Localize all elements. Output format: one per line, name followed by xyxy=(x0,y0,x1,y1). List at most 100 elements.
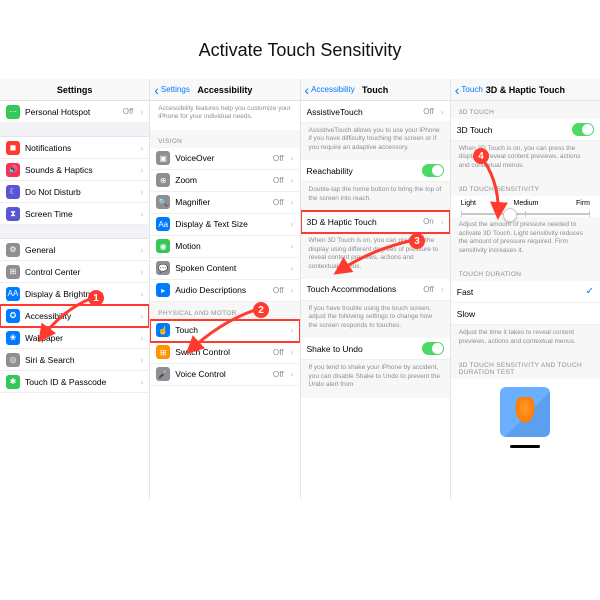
settings-row[interactable]: AA Display & Brightness › xyxy=(0,283,149,305)
row-icon: 🔍 xyxy=(156,195,170,209)
chevron-icon: › xyxy=(291,347,294,357)
settings-row[interactable]: ⧗ Screen Time › xyxy=(0,203,149,225)
back-button[interactable]: Accessibility xyxy=(305,85,355,94)
chevron-icon: › xyxy=(140,187,143,197)
row-label: Notifications xyxy=(25,143,135,153)
row-label: Touch xyxy=(175,325,285,335)
settings-row[interactable]: ❀ Wallpaper › xyxy=(0,327,149,349)
settings-row[interactable]: ✪ Accessibility › xyxy=(0,305,149,327)
row-icon: ❀ xyxy=(6,331,20,345)
header-touch: Accessibility Touch xyxy=(301,79,450,101)
row-label: Wallpaper xyxy=(25,333,135,343)
settings-row[interactable]: ◼ Notifications › xyxy=(0,137,149,159)
section-motor: PHYSICAL AND MOTOR xyxy=(150,302,299,320)
settings-row[interactable]: ⊞ Control Center › xyxy=(0,261,149,283)
header-3d-touch: Touch 3D & Haptic Touch xyxy=(451,79,600,101)
settings-row[interactable]: ⚙ General › xyxy=(0,239,149,261)
checkmark-icon: ✓ xyxy=(586,286,594,297)
settings-row[interactable]: ⊕ Zoom Off › xyxy=(150,170,299,192)
row-description: AssistiveTouch allows you to use your iP… xyxy=(301,123,450,160)
header-title: Touch xyxy=(362,85,388,95)
row-icon: 🔊 xyxy=(6,163,20,177)
chevron-icon: › xyxy=(140,267,143,277)
header-title: 3D & Haptic Touch xyxy=(486,85,565,95)
row-description: If you tend to shake your iPhone by acci… xyxy=(301,360,450,397)
toggle[interactable] xyxy=(422,342,444,355)
settings-row[interactable]: ☝ Touch › xyxy=(150,320,299,342)
row-label: Magnifier xyxy=(175,197,268,207)
row-icon: ⧗ xyxy=(6,207,20,221)
row-value: Off xyxy=(423,285,434,294)
row-label: Spoken Content xyxy=(175,263,285,273)
chevron-icon: › xyxy=(291,285,294,295)
settings-row[interactable]: 💬 Spoken Content › xyxy=(150,258,299,280)
chevron-icon: › xyxy=(140,245,143,255)
row-label: Fast xyxy=(457,287,581,297)
row-value: Off xyxy=(423,107,434,116)
row-label: Switch Control xyxy=(175,347,268,357)
toggle[interactable] xyxy=(422,164,444,177)
panel-touch: Accessibility Touch AssistiveTouchOff›As… xyxy=(301,79,451,499)
row-label: Display & Brightness xyxy=(25,289,135,299)
header-title: Accessibility xyxy=(197,85,252,95)
sensitivity-slider[interactable] xyxy=(461,213,590,215)
settings-row[interactable]: ✱ Touch ID & Passcode › xyxy=(0,371,149,393)
row-icon: 💬 xyxy=(156,261,170,275)
settings-row[interactable]: 🔊 Sounds & Haptics › xyxy=(0,159,149,181)
chevron-icon: › xyxy=(140,143,143,153)
touch-row[interactable]: AssistiveTouch Off › xyxy=(301,101,450,123)
settings-row[interactable]: ☾ Do Not Disturb › xyxy=(0,181,149,203)
row-value: Off xyxy=(273,154,284,163)
row-icon: ◼ xyxy=(6,141,20,155)
row-label: Voice Control xyxy=(175,369,268,379)
back-button[interactable]: Settings xyxy=(154,85,190,94)
touch-row[interactable]: 3D & Haptic TouchOn› xyxy=(301,211,450,233)
row-label: Display & Text Size xyxy=(175,219,285,229)
row-3d-touch[interactable]: 3D Touch xyxy=(451,119,600,141)
row-icon: ▸ xyxy=(156,283,170,297)
row-icon: ✪ xyxy=(6,309,20,323)
row-value: Off xyxy=(123,107,134,116)
row-icon: Aa xyxy=(156,217,170,231)
row-label: Sounds & Haptics xyxy=(25,165,135,175)
intro-text: Accessibility features help you customiz… xyxy=(150,101,299,130)
settings-row[interactable]: ◉ Motion › xyxy=(150,236,299,258)
chevron-icon: › xyxy=(291,241,294,251)
chevron-icon: › xyxy=(441,107,444,117)
row-label: Siri & Search xyxy=(25,355,135,365)
touch-row[interactable]: Reachability xyxy=(301,160,450,182)
duration-row[interactable]: Fast ✓ xyxy=(451,281,600,303)
row-label: Audio Descriptions xyxy=(175,285,268,295)
settings-row[interactable]: ▸ Audio Descriptions Off › xyxy=(150,280,299,302)
settings-row[interactable]: 🔍 Magnifier Off › xyxy=(150,192,299,214)
home-indicator xyxy=(510,445,540,448)
row-value: Off xyxy=(273,370,284,379)
chevron-icon: › xyxy=(291,197,294,207)
row-description: When 3D Touch is on, you can press on th… xyxy=(301,233,450,279)
settings-row[interactable]: Aa Display & Text Size › xyxy=(150,214,299,236)
toggle-3d-touch[interactable] xyxy=(572,123,594,136)
callout-4: 4 xyxy=(473,148,489,164)
back-button[interactable]: Touch xyxy=(455,85,483,94)
section-duration: TOUCH DURATION xyxy=(451,263,600,281)
duration-row[interactable]: Slow xyxy=(451,303,600,325)
row-label: AssistiveTouch xyxy=(307,107,419,117)
panel-settings: Settings ⋯ Personal Hotspot Off › ◼ Noti… xyxy=(0,79,150,499)
chevron-icon: › xyxy=(441,217,444,227)
settings-row[interactable]: ⋯ Personal Hotspot Off › xyxy=(0,101,149,123)
settings-row[interactable]: ◎ Siri & Search › xyxy=(0,349,149,371)
settings-row[interactable]: 🎤 Voice Control Off › xyxy=(150,364,299,386)
settings-row[interactable]: ▣ VoiceOver Off › xyxy=(150,148,299,170)
chevron-icon: › xyxy=(140,209,143,219)
panel-3d-touch: Touch 3D & Haptic Touch 3D TOUCH 3D Touc… xyxy=(451,79,600,499)
touch-row[interactable]: Touch AccommodationsOff› xyxy=(301,279,450,301)
callout-2: 2 xyxy=(253,302,269,318)
row-icon: 🎤 xyxy=(156,367,170,381)
settings-row[interactable]: ⊞ Switch Control Off › xyxy=(150,342,299,364)
row-icon: ⊕ xyxy=(156,173,170,187)
row-icon: ◉ xyxy=(156,239,170,253)
test-image[interactable] xyxy=(500,387,550,437)
touch-row[interactable]: Shake to Undo xyxy=(301,338,450,360)
chevron-icon: › xyxy=(140,355,143,365)
chevron-icon: › xyxy=(291,263,294,273)
